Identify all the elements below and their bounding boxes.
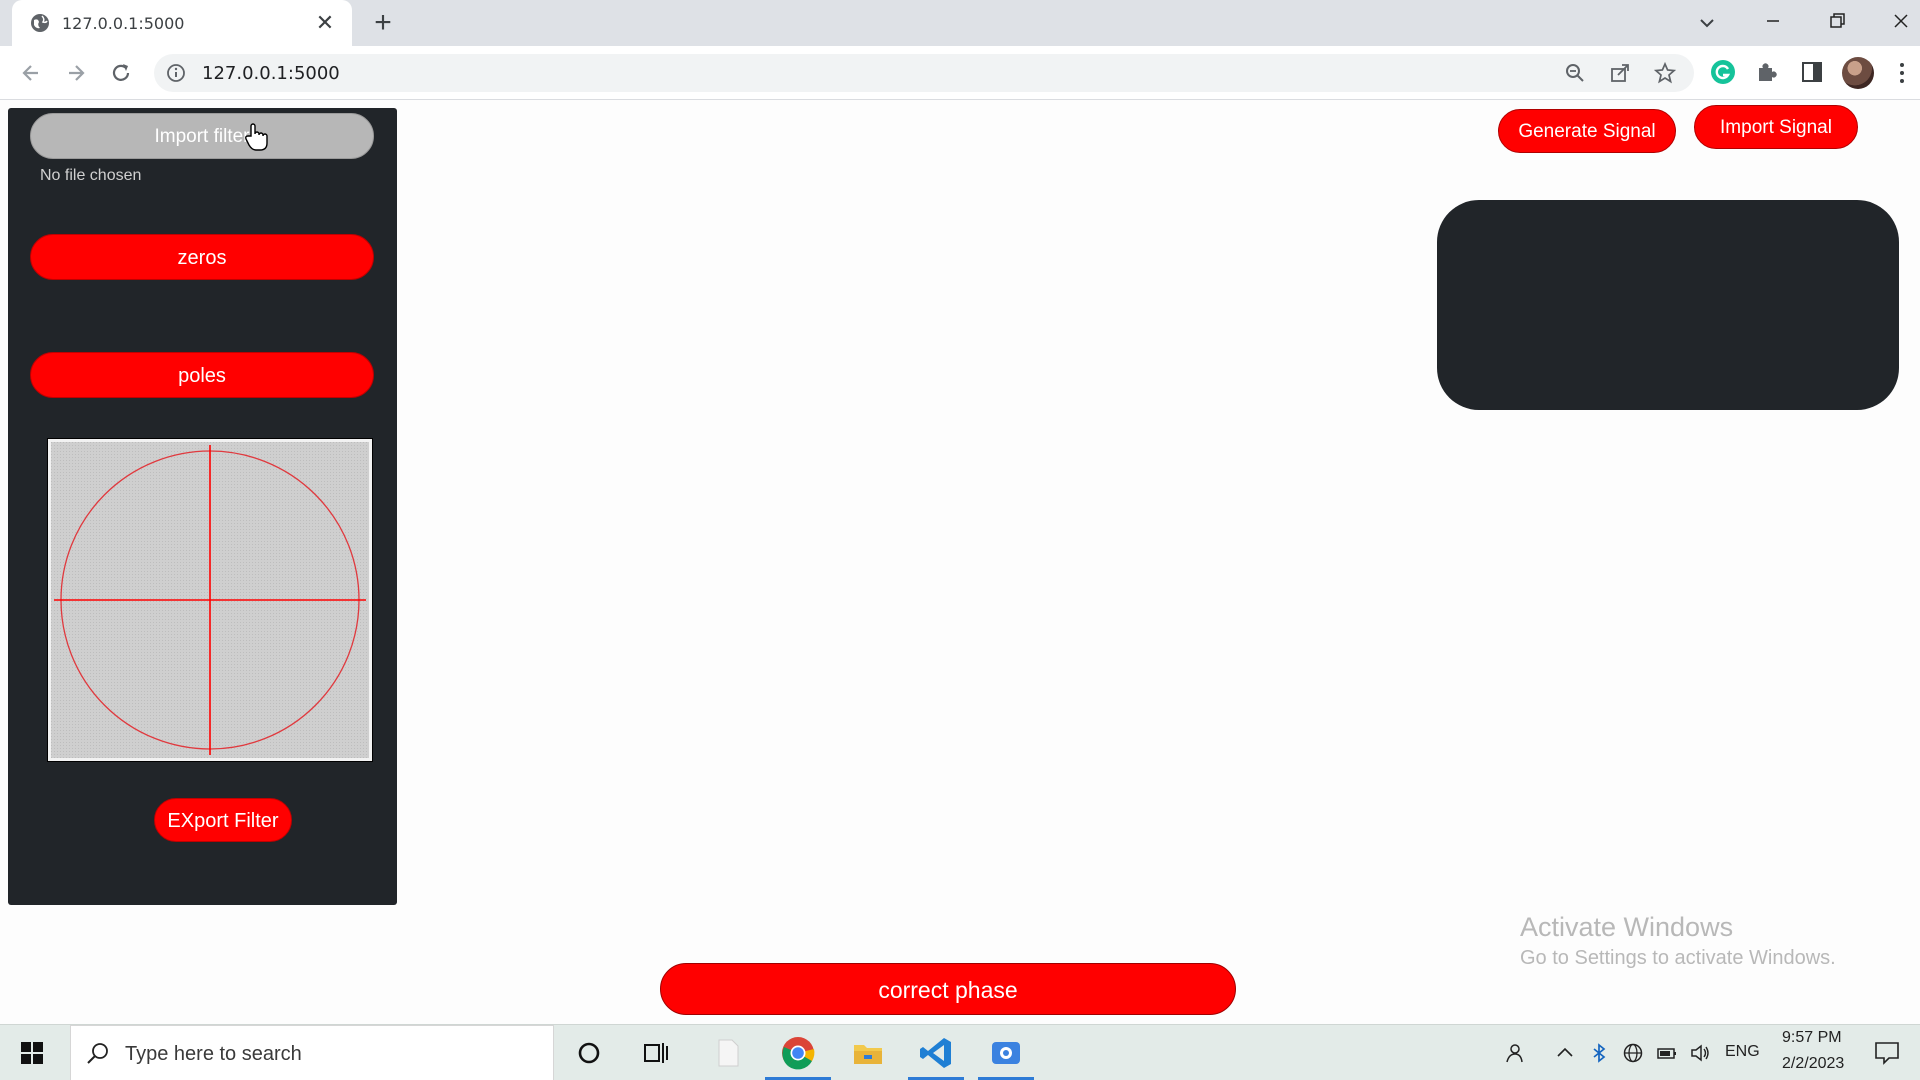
zeros-button[interactable]: zeros [30, 234, 374, 280]
people-icon[interactable] [1503, 1042, 1525, 1064]
grammarly-icon[interactable] [1709, 58, 1737, 86]
notification-icon[interactable] [1874, 1041, 1900, 1065]
search-placeholder: Type here to search [125, 1043, 302, 1065]
globe-icon [31, 14, 49, 32]
tab-close-icon[interactable]: ✕ [312, 10, 338, 36]
search-icon [87, 1043, 108, 1064]
chrome-icon[interactable] [780, 1035, 816, 1071]
tab-title: 127.0.0.1:5000 [62, 14, 185, 33]
side-panel-icon[interactable] [1798, 58, 1826, 86]
forward-icon[interactable] [61, 58, 91, 88]
import-signal-button[interactable]: Import Signal [1694, 105, 1858, 149]
language-indicator[interactable]: ENG [1725, 1043, 1760, 1061]
minimize-icon[interactable] [1760, 8, 1786, 34]
vscode-icon[interactable] [918, 1035, 954, 1071]
correct-phase-button[interactable]: correct phase [660, 963, 1236, 1015]
poles-button[interactable]: poles [30, 352, 374, 398]
tab-strip: 127.0.0.1:5000 ✕ + [0, 0, 1920, 46]
filter-sidebar: Import filter No file chosen zeros poles… [8, 108, 397, 905]
generate-signal-button[interactable]: Generate Signal [1498, 109, 1676, 153]
address-bar[interactable]: 127.0.0.1:5000 [154, 54, 1694, 92]
watermark-subtitle: Go to Settings to activate Windows. [1520, 947, 1836, 969]
screen-recorder-icon[interactable] [988, 1035, 1024, 1071]
bookmark-star-icon[interactable] [1654, 62, 1676, 84]
new-tab-button[interactable]: + [368, 8, 398, 38]
zoom-icon[interactable] [1564, 62, 1586, 84]
bluetooth-icon[interactable] [1588, 1042, 1610, 1064]
chevron-up-icon[interactable] [1554, 1042, 1576, 1064]
cortana-icon[interactable] [571, 1035, 607, 1071]
file-icon[interactable] [710, 1035, 746, 1071]
profile-avatar[interactable] [1842, 57, 1874, 89]
taskbar-search-box[interactable]: Type here to search [70, 1025, 554, 1080]
import-filter-button[interactable]: Import filter [30, 113, 374, 159]
url-text: 127.0.0.1:5000 [202, 63, 340, 84]
export-filter-button[interactable]: EXport Filter [154, 798, 292, 842]
menu-kebab-icon[interactable] [1894, 60, 1910, 86]
windows-start-icon[interactable] [18, 1039, 46, 1067]
watermark-title: Activate Windows [1520, 912, 1734, 942]
reload-icon[interactable] [106, 58, 136, 88]
extensions-puzzle-icon[interactable] [1753, 58, 1781, 86]
info-icon[interactable] [166, 63, 186, 83]
activate-windows-watermark: Activate Windows Go to Settings to activ… [1520, 912, 1836, 970]
volume-icon[interactable] [1689, 1042, 1711, 1064]
back-icon[interactable] [16, 58, 46, 88]
file-explorer-icon[interactable] [850, 1035, 886, 1071]
z-plane-canvas[interactable] [47, 438, 373, 762]
browser-tab[interactable]: 127.0.0.1:5000 ✕ [12, 0, 352, 46]
clock-date[interactable]: 2/2/2023 [1782, 1055, 1844, 1073]
clock-time[interactable]: 9:57 PM [1782, 1029, 1842, 1047]
window-close-icon[interactable] [1888, 8, 1914, 34]
file-status-text: No file chosen [40, 167, 142, 184]
battery-icon[interactable] [1656, 1042, 1678, 1064]
hand-cursor-icon [245, 123, 268, 151]
browser-toolbar: 127.0.0.1:5000 [0, 46, 1920, 100]
signal-panel[interactable] [1437, 200, 1899, 410]
windows-taskbar: Type here to search ENG 9:57 PM 2/2/2023 [0, 1024, 1920, 1080]
unit-circle-plot [51, 442, 369, 758]
restore-icon[interactable] [1824, 8, 1850, 34]
tab-search-icon[interactable] [1694, 10, 1720, 36]
share-icon[interactable] [1609, 62, 1631, 84]
network-globe-icon[interactable] [1622, 1042, 1644, 1064]
task-view-icon[interactable] [638, 1035, 674, 1071]
